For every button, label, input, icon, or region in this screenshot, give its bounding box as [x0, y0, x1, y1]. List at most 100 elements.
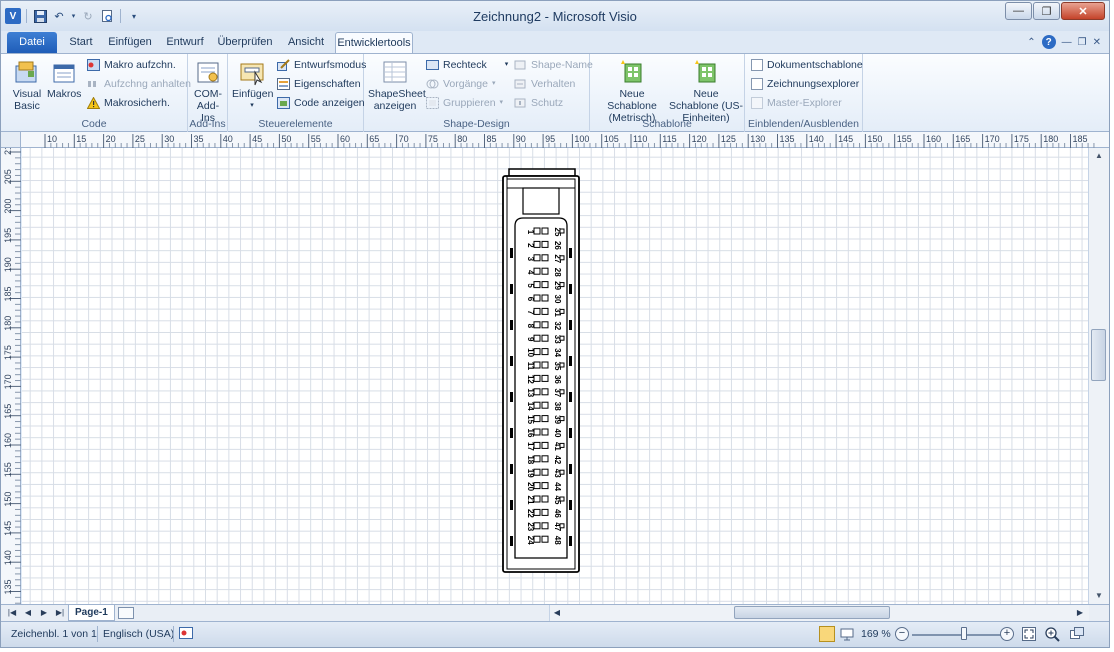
vertical-scroll-thumb[interactable] — [1091, 329, 1106, 381]
drawing-canvas[interactable]: 1 25 2 26 3 27 4 28 5 29 6 30 7 31 8 32 9 33 10 34 11 35 12 36 1… — [22, 148, 1088, 604]
new-stencil-metric-button[interactable]: Neue Schablone (Metrisch) — [594, 58, 670, 124]
ribbon-right-controls: ⌃ ? — ❐ ✕ — [1027, 35, 1101, 49]
tab-entwicklertools[interactable]: Entwicklertools — [335, 32, 413, 53]
horizontal-scrollbar[interactable]: ◀ ▶ — [549, 605, 1089, 621]
tab-start[interactable]: Start — [67, 32, 95, 53]
design-mode-button[interactable]: Entwurfsmodus — [277, 56, 366, 74]
properties-button[interactable]: Eigenschaften — [277, 75, 361, 93]
ruler-corner[interactable] — [1, 132, 21, 148]
tab-ansicht[interactable]: Ansicht — [285, 32, 327, 53]
shapesheet-button[interactable]: ShapeSheet anzeigen — [368, 58, 426, 112]
ruler-label: 180 — [1043, 134, 1058, 144]
ruler-label: 160 — [926, 134, 941, 144]
minimize-icon[interactable]: — — [1005, 2, 1032, 20]
pin-socket — [533, 482, 541, 490]
com-addins-button[interactable]: COM-Add-Ins — [190, 58, 226, 124]
scroll-up-icon[interactable]: ▲ — [1089, 148, 1109, 164]
pan-zoom-icon[interactable] — [1044, 626, 1060, 645]
behavior-button[interactable]: Verhalten — [514, 75, 575, 93]
doc-close-icon[interactable]: ✕ — [1093, 37, 1101, 48]
pin-label: 44 — [553, 482, 562, 491]
stop-recording-icon — [87, 78, 100, 90]
horizontal-scroll-thumb[interactable] — [734, 606, 890, 619]
ruler-label: 90 — [516, 134, 526, 144]
group-shapes-icon — [426, 97, 439, 109]
zoom-slider-track[interactable] — [912, 634, 1002, 636]
scroll-down-icon[interactable]: ▼ — [1089, 588, 1109, 604]
vertical-ruler[interactable]: 21 205 200 195 190 185 180 175 170 165 160 155 150 14… — [1, 145, 21, 616]
macro-security-button[interactable]: Makrosicherh. — [86, 94, 170, 112]
master-explorer-check-icon[interactable] — [751, 97, 763, 109]
pin-socket — [541, 267, 549, 275]
help-icon[interactable]: ? — [1041, 35, 1056, 49]
full-screen-icon[interactable] — [839, 626, 855, 645]
page-tab-page-1[interactable]: Page-1 — [68, 605, 115, 621]
record-macro-button[interactable]: Makro aufzchn. — [87, 56, 176, 74]
group-shapes-button[interactable]: Gruppieren ▾ — [426, 94, 503, 112]
pin-socket — [541, 374, 549, 382]
ruler-label: 165 — [3, 404, 13, 419]
drawing-explorer-check-icon[interactable] — [751, 78, 763, 90]
rectangle-label: Rechteck — [443, 59, 487, 71]
visual-basic-button[interactable]: Visual Basic — [7, 58, 47, 112]
next-page-icon[interactable]: ▶ — [37, 605, 51, 621]
view-code-button[interactable]: Code anzeigen — [277, 94, 365, 112]
tab-einfuegen[interactable]: Einfügen — [106, 32, 154, 53]
doc-minimize-icon[interactable]: — — [1062, 37, 1072, 48]
tab-datei[interactable]: Datei — [7, 32, 57, 53]
normal-view-icon[interactable] — [819, 626, 835, 642]
minimize-ribbon-icon[interactable]: ⌃ — [1027, 37, 1035, 48]
document-stencil-check-icon[interactable] — [751, 59, 763, 71]
macro-recorder-icon[interactable] — [179, 627, 193, 642]
stop-recording-button[interactable]: Aufzchng anhalten — [87, 75, 191, 93]
side-notch — [569, 428, 572, 438]
document-stencil-label: Dokumentschablone — [767, 59, 863, 71]
pin-socket — [541, 428, 549, 436]
rectangle-button[interactable]: Rechteck ▾ — [426, 56, 508, 74]
connector-shape[interactable]: 1 252 263 274 285 296 307 318 329 3310 3411 3512 361… — [22, 148, 1088, 604]
ruler-label: 205 — [3, 169, 13, 184]
zoom-slider-thumb[interactable] — [961, 627, 967, 640]
last-page-icon[interactable]: ▶| — [53, 605, 67, 621]
operations-button[interactable]: Vorgänge ▾ — [426, 75, 495, 93]
page-info-status[interactable]: Zeichenbl. 1 von 1 — [11, 628, 97, 640]
group-addins-label: Add-Ins — [189, 118, 226, 130]
side-notch — [569, 320, 572, 330]
side-notch — [569, 536, 572, 546]
language-status[interactable]: Englisch (USA) — [103, 628, 174, 640]
side-notch — [510, 500, 513, 510]
side-notch — [569, 500, 572, 510]
scroll-right-icon[interactable]: ▶ — [1073, 605, 1087, 621]
first-page-icon[interactable]: |◀ — [5, 605, 19, 621]
vertical-scrollbar[interactable]: ▲ ▼ — [1088, 148, 1109, 604]
insert-control-icon — [237, 58, 267, 86]
behavior-label: Verhalten — [531, 78, 576, 90]
protection-button[interactable]: Schutz — [514, 94, 563, 112]
master-explorer-checkbox[interactable]: Master-Explorer — [751, 94, 842, 112]
drawing-explorer-checkbox[interactable]: Zeichnungsexplorer — [751, 75, 859, 93]
new-stencil-us-button[interactable]: Neue Schablone (US-Einheiten) — [668, 58, 744, 124]
doc-restore-icon[interactable]: ❐ — [1078, 37, 1087, 48]
view-code-label: Code anzeigen — [294, 97, 365, 109]
close-icon[interactable]: ✕ — [1061, 2, 1105, 20]
horizontal-ruler[interactable]: 10 15 20 25 30 35 40 45 50 55 60 65 70 75 80 85 90 95 100 1… — [21, 132, 1109, 148]
document-stencil-checkbox[interactable]: Dokumentschablone — [751, 56, 863, 74]
zoom-in-icon[interactable]: + — [1000, 627, 1014, 641]
tab-ueberpruefen[interactable]: Überprüfen — [216, 32, 274, 53]
group-addins: COM-Add-Ins Add-Ins — [188, 54, 228, 132]
shape-name-button[interactable]: Shape-Name — [514, 56, 593, 74]
switch-windows-icon[interactable] — [1069, 626, 1085, 645]
pin-dot — [559, 523, 565, 529]
scroll-left-icon[interactable]: ◀ — [550, 605, 564, 621]
tab-entwurf[interactable]: Entwurf — [165, 32, 205, 53]
insert-page-icon[interactable] — [118, 607, 134, 619]
zoom-out-icon[interactable]: − — [895, 627, 909, 641]
previous-page-icon[interactable]: ◀ — [21, 605, 35, 621]
insert-control-button[interactable]: Einfügen ▾ — [232, 58, 273, 112]
macros-button[interactable]: Makros — [47, 58, 81, 100]
pin-socket — [541, 522, 549, 530]
pin-label: 38 — [553, 402, 562, 411]
zoom-level[interactable]: 169 % — [861, 628, 891, 640]
fit-page-icon[interactable] — [1021, 626, 1037, 645]
restore-icon[interactable]: ❐ — [1033, 2, 1060, 20]
